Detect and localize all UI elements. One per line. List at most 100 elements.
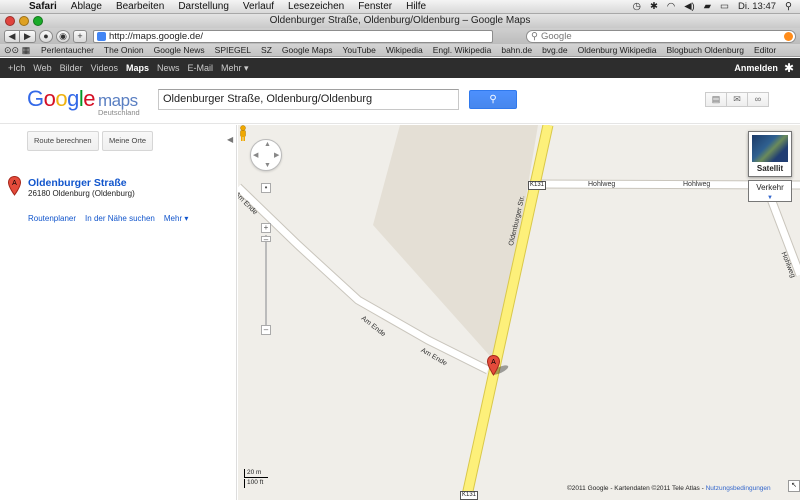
overview-map-toggle[interactable]: ↖ bbox=[788, 480, 800, 492]
snapback-icon[interactable] bbox=[784, 31, 793, 41]
gbar-mehr[interactable]: Mehr ▾ bbox=[217, 63, 253, 74]
print-icon[interactable]: ▤ bbox=[705, 92, 727, 107]
link-icon[interactable]: ∞ bbox=[747, 92, 769, 107]
wifi-icon[interactable]: ◠ bbox=[667, 1, 675, 12]
menu-bearbeiten[interactable]: Bearbeiten bbox=[109, 1, 171, 12]
maps-search-button[interactable]: ⚲ bbox=[469, 90, 517, 109]
bookmark-item[interactable]: YouTube bbox=[337, 45, 380, 55]
gbar-bilder[interactable]: Bilder bbox=[56, 63, 87, 73]
zoom-slider-track[interactable] bbox=[265, 235, 267, 325]
reload-icon[interactable]: ● bbox=[39, 29, 53, 43]
traffic-dropdown[interactable]: Verkehr ▼ bbox=[748, 180, 792, 202]
zoom-out-button[interactable]: – bbox=[261, 325, 271, 335]
zoom-slider-handle[interactable]: – bbox=[261, 236, 271, 244]
satellite-toggle[interactable]: Satellit bbox=[748, 131, 792, 177]
routenplaner-link[interactable]: Routenplaner bbox=[28, 214, 76, 223]
nearby-link[interactable]: In der Nähe suchen bbox=[85, 214, 155, 223]
zoom-window-button[interactable] bbox=[33, 16, 43, 26]
mac-menubar: Safari Ablage Bearbeiten Darstellung Ver… bbox=[0, 0, 800, 14]
gear-icon[interactable]: ✱ bbox=[784, 61, 800, 75]
gbar-plus-ich[interactable]: +Ich bbox=[4, 63, 29, 73]
gbar-videos[interactable]: Videos bbox=[87, 63, 122, 73]
browser-toolbar: ◀ ▶ ● ◉ + http://maps.google.de/ ⚲ Googl… bbox=[0, 28, 800, 44]
bookmark-item[interactable]: Google News bbox=[149, 45, 210, 55]
svg-text:A: A bbox=[12, 180, 17, 187]
more-link[interactable]: Mehr ▾ bbox=[164, 214, 188, 223]
bookmark-item[interactable]: Perlentaucher bbox=[36, 45, 99, 55]
result-title[interactable]: Oldenburger Straße bbox=[28, 177, 127, 189]
pan-up-icon[interactable]: ▲ bbox=[264, 141, 271, 148]
gbar-email[interactable]: E-Mail bbox=[184, 63, 218, 73]
bookmark-item[interactable]: Engl. Wikipedia bbox=[428, 45, 497, 55]
window-titlebar: Oldenburger Straße, Oldenburg/Oldenburg … bbox=[0, 14, 800, 28]
menu-lesezeichen[interactable]: Lesezeichen bbox=[281, 1, 351, 12]
back-button[interactable]: ◀ bbox=[4, 29, 20, 43]
route-button[interactable]: Route berechnen bbox=[27, 131, 99, 151]
bluetooth-icon[interactable]: ✱ bbox=[650, 1, 658, 12]
bookmark-item[interactable]: Editor bbox=[749, 45, 781, 55]
gbar-maps[interactable]: Maps bbox=[122, 63, 153, 73]
email-icon[interactable]: ✉ bbox=[726, 92, 748, 107]
menu-darstellung[interactable]: Darstellung bbox=[171, 1, 236, 12]
pan-down-icon[interactable]: ▼ bbox=[264, 162, 271, 169]
battery-icon[interactable]: ▭ bbox=[720, 1, 729, 12]
menu-ablage[interactable]: Ablage bbox=[64, 1, 109, 12]
label-hohlweg: Hohlweg bbox=[683, 181, 711, 188]
map-canvas[interactable]: K131 Hohlweg Hohlweg Oldenburger Str. Am… bbox=[238, 125, 800, 500]
result-pin-icon[interactable]: A bbox=[8, 176, 21, 196]
map-scale: 20 m 100 ft bbox=[244, 469, 299, 491]
bookmark-item[interactable]: Blogbuch Oldenburg bbox=[662, 45, 750, 55]
menu-app-safari[interactable]: Safari bbox=[22, 1, 64, 12]
volume-icon[interactable]: ◀) bbox=[684, 1, 694, 12]
label-hohlweg: Hohlweg bbox=[588, 181, 616, 188]
zoom-in-button[interactable]: + bbox=[261, 223, 271, 233]
pan-control[interactable]: ▲ ▼ ◀ ▶ bbox=[250, 139, 282, 171]
search-field[interactable]: ⚲ Google bbox=[526, 29, 796, 43]
gbar-news[interactable]: News bbox=[153, 63, 184, 73]
bookmark-item[interactable]: SPIEGEL bbox=[210, 45, 256, 55]
close-window-button[interactable] bbox=[5, 16, 15, 26]
bookmark-item[interactable]: Google Maps bbox=[277, 45, 338, 55]
map-marker-a-icon[interactable]: A bbox=[487, 355, 500, 376]
bookmarks-bar: ⊙⊙ ▦ Perlentaucher The Onion Google News… bbox=[0, 44, 800, 57]
svg-text:A: A bbox=[491, 359, 496, 366]
zoom-small-icon[interactable]: • bbox=[261, 183, 271, 193]
bookmark-item[interactable]: SZ bbox=[256, 45, 277, 55]
forward-button[interactable]: ▶ bbox=[20, 29, 36, 43]
bookmark-item[interactable]: The Onion bbox=[99, 45, 149, 55]
add-bookmark-button[interactable]: + bbox=[73, 29, 87, 43]
traffic-label: Verkehr bbox=[756, 183, 784, 192]
time-machine-icon[interactable]: ◷ bbox=[633, 1, 641, 12]
chevron-down-icon: ▼ bbox=[767, 195, 773, 201]
maps-search-input[interactable]: Oldenburger Straße, Oldenburg/Oldenburg bbox=[158, 89, 459, 110]
top-sites-icon[interactable]: ▦ bbox=[20, 45, 32, 56]
flag-icon[interactable]: ▰ bbox=[704, 1, 711, 12]
gbar-web[interactable]: Web bbox=[29, 63, 55, 73]
spotlight-icon[interactable]: ⚲ bbox=[785, 1, 792, 12]
collapse-panel-icon[interactable]: ◀ bbox=[227, 135, 233, 144]
bookmark-item[interactable]: Oldenburg Wikipedia bbox=[573, 45, 662, 55]
satellite-label: Satellit bbox=[756, 164, 784, 173]
terms-link[interactable]: Nutzungsbedingungen bbox=[706, 485, 771, 492]
bookmark-item[interactable]: bvg.de bbox=[537, 45, 573, 55]
reading-list-icon[interactable]: ⊙⊙ bbox=[4, 45, 19, 56]
bookmark-item[interactable]: Wikipedia bbox=[381, 45, 428, 55]
address-bar[interactable]: http://maps.google.de/ bbox=[93, 29, 493, 43]
menu-fenster[interactable]: Fenster bbox=[351, 1, 399, 12]
pan-left-icon[interactable]: ◀ bbox=[253, 151, 258, 159]
signin-link[interactable]: Anmelden bbox=[734, 63, 784, 73]
pegman-icon[interactable] bbox=[238, 125, 248, 141]
left-panel: Route berechnen Meine Orte ◀ A Oldenburg… bbox=[0, 125, 237, 500]
scale-imperial: 100 ft bbox=[244, 479, 294, 488]
activity-icon[interactable]: ◉ bbox=[56, 29, 70, 43]
menu-verlauf[interactable]: Verlauf bbox=[236, 1, 281, 12]
minimize-window-button[interactable] bbox=[19, 16, 29, 26]
search-placeholder: Google bbox=[540, 30, 572, 42]
bookmark-item[interactable]: bahn.de bbox=[496, 45, 537, 55]
window-title: Oldenburger Straße, Oldenburg/Oldenburg … bbox=[269, 15, 531, 26]
pan-right-icon[interactable]: ▶ bbox=[274, 151, 279, 159]
my-places-button[interactable]: Meine Orte bbox=[102, 131, 154, 151]
menu-hilfe[interactable]: Hilfe bbox=[399, 1, 433, 12]
map-copyright: ©2011 Google - Kartendaten ©2011 Tele At… bbox=[567, 485, 771, 492]
menubar-clock[interactable]: Di. 13:47 bbox=[738, 1, 776, 12]
